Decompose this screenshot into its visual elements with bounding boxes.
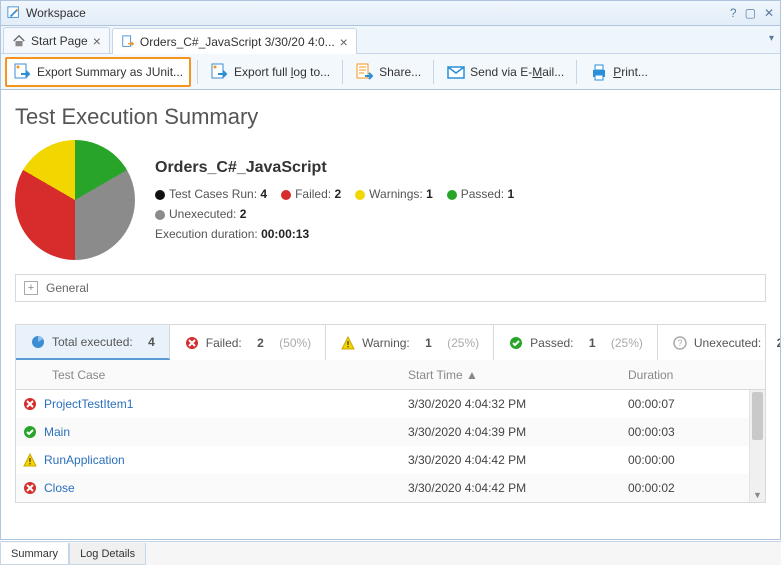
stat-passed: Passed: 1 bbox=[447, 187, 514, 201]
print-icon bbox=[589, 62, 609, 82]
start-time: 3/30/2020 4:04:42 PM bbox=[408, 481, 628, 495]
scroll-thumb[interactable] bbox=[752, 392, 763, 440]
tab-label: Orders_C#_JavaScript 3/30/20 4:0... bbox=[140, 35, 335, 49]
pie-icon bbox=[30, 334, 46, 350]
status-warning-icon bbox=[16, 453, 44, 467]
button-label: Export Summary as JUnit... bbox=[37, 65, 183, 79]
maximize-icon[interactable]: ▢ bbox=[745, 6, 756, 20]
document-icon bbox=[121, 35, 135, 49]
duration: 00:00:00 bbox=[628, 453, 765, 467]
window-controls: ? ▢ ✕ bbox=[730, 6, 774, 20]
status-failed-icon bbox=[16, 397, 44, 411]
duration: 00:00:03 bbox=[628, 425, 765, 439]
title-bar: Workspace ? ▢ ✕ bbox=[0, 0, 781, 26]
start-time: 3/30/2020 4:04:39 PM bbox=[408, 425, 628, 439]
stat-failed: Failed: 2 bbox=[281, 187, 341, 201]
status-failed-icon bbox=[16, 481, 44, 495]
table-body: ProjectTestItem13/30/2020 4:04:32 PM00:0… bbox=[15, 390, 766, 503]
button-label: Export full log to... bbox=[234, 65, 330, 79]
toolbar-separator bbox=[433, 60, 434, 84]
test-case-link[interactable]: Main bbox=[44, 425, 408, 439]
col-start-time[interactable]: Start Time ▲ bbox=[408, 368, 628, 382]
send-email-button[interactable]: Send via E-Mail... bbox=[440, 57, 570, 87]
toolbar: Export Summary as JUnit... Export full l… bbox=[0, 54, 781, 90]
close-icon[interactable]: ✕ bbox=[764, 6, 774, 20]
share-button[interactable]: Share... bbox=[349, 57, 427, 87]
summary-row: Orders_C#_JavaScript Test Cases Run: 4 F… bbox=[15, 140, 766, 260]
export-junit-button[interactable]: Export Summary as JUnit... bbox=[5, 57, 191, 87]
filter-unexecuted[interactable]: ? Unexecuted: 2 bbox=[658, 325, 781, 360]
svg-text:?: ? bbox=[677, 338, 682, 348]
print-button[interactable]: Print... bbox=[583, 57, 654, 87]
results-pie-chart bbox=[15, 140, 135, 260]
col-test-case[interactable]: Test Case bbox=[16, 368, 408, 382]
bottom-tab-summary[interactable]: Summary bbox=[0, 543, 69, 565]
duration: 00:00:07 bbox=[628, 397, 765, 411]
filter-passed[interactable]: Passed: 1 (25%) bbox=[494, 325, 658, 360]
bottom-tabs: Summary Log Details bbox=[0, 541, 781, 565]
question-icon: ? bbox=[672, 335, 688, 351]
start-time: 3/30/2020 4:04:42 PM bbox=[408, 453, 628, 467]
warning-icon bbox=[340, 335, 356, 351]
app-icon bbox=[7, 6, 21, 20]
tab-start-page[interactable]: Start Page × bbox=[3, 27, 110, 53]
toolbar-separator bbox=[576, 60, 577, 84]
stat-run: Test Cases Run: 4 bbox=[155, 187, 267, 201]
button-label: Print... bbox=[613, 65, 648, 79]
toolbar-separator bbox=[197, 60, 198, 84]
tab-label: Start Page bbox=[31, 34, 88, 48]
table-row[interactable]: Close3/30/2020 4:04:42 PM00:00:02 bbox=[16, 474, 765, 502]
test-case-link[interactable]: ProjectTestItem1 bbox=[44, 397, 408, 411]
export-log-button[interactable]: Export full log to... bbox=[204, 57, 336, 87]
success-icon bbox=[508, 335, 524, 351]
mail-icon bbox=[446, 62, 466, 82]
filter-failed[interactable]: Failed: 2 (50%) bbox=[170, 325, 326, 360]
duration: 00:00:02 bbox=[628, 481, 765, 495]
button-label: Share... bbox=[379, 65, 421, 79]
vertical-scrollbar[interactable]: ▲ ▼ bbox=[749, 390, 765, 502]
help-icon[interactable]: ? bbox=[730, 6, 737, 20]
error-icon bbox=[184, 335, 200, 351]
scroll-down-icon[interactable]: ▼ bbox=[750, 488, 765, 502]
tab-close-icon[interactable]: × bbox=[93, 34, 101, 48]
export-icon bbox=[210, 62, 230, 82]
general-section-header[interactable]: + General bbox=[15, 274, 766, 302]
export-icon bbox=[13, 62, 33, 82]
section-label: General bbox=[46, 281, 89, 295]
filter-total[interactable]: Total executed: 4 bbox=[16, 325, 170, 360]
expand-icon[interactable]: + bbox=[24, 281, 38, 295]
stat-unexecuted: Unexecuted: 2 bbox=[155, 207, 246, 221]
test-case-link[interactable]: RunApplication bbox=[44, 453, 408, 467]
content-area: Test Execution Summary Orders_C#_JavaScr… bbox=[0, 90, 781, 540]
tab-overflow-icon[interactable]: ▾ bbox=[769, 33, 774, 44]
document-tabs: Start Page × Orders_C#_JavaScript 3/30/2… bbox=[0, 26, 781, 54]
table-row[interactable]: Main3/30/2020 4:04:39 PM00:00:03 bbox=[16, 418, 765, 446]
button-label: Send via E-Mail... bbox=[470, 65, 564, 79]
share-icon bbox=[355, 62, 375, 82]
tab-close-icon[interactable]: × bbox=[340, 35, 348, 49]
bottom-tab-log-details[interactable]: Log Details bbox=[69, 543, 146, 565]
home-icon bbox=[12, 34, 26, 48]
col-duration[interactable]: Duration bbox=[628, 368, 765, 382]
table-row[interactable]: RunApplication3/30/2020 4:04:42 PM00:00:… bbox=[16, 446, 765, 474]
page-title: Test Execution Summary bbox=[15, 104, 766, 130]
status-passed-icon bbox=[16, 425, 44, 439]
window-title: Workspace bbox=[26, 6, 730, 20]
project-name: Orders_C#_JavaScript bbox=[155, 159, 766, 177]
summary-text: Orders_C#_JavaScript Test Cases Run: 4 F… bbox=[155, 159, 766, 241]
table-header: Test Case Start Time ▲ Duration bbox=[15, 360, 766, 390]
execution-duration: Execution duration: 00:00:13 bbox=[155, 227, 766, 241]
tab-active-log[interactable]: Orders_C#_JavaScript 3/30/20 4:0... × bbox=[112, 28, 357, 54]
toolbar-separator bbox=[342, 60, 343, 84]
start-time: 3/30/2020 4:04:32 PM bbox=[408, 397, 628, 411]
stat-warnings: Warnings: 1 bbox=[355, 187, 433, 201]
filter-warning[interactable]: Warning: 1 (25%) bbox=[326, 325, 494, 360]
filter-tabs: Total executed: 4 Failed: 2 (50%) Warnin… bbox=[15, 324, 766, 360]
table-row[interactable]: ProjectTestItem13/30/2020 4:04:32 PM00:0… bbox=[16, 390, 765, 418]
test-case-link[interactable]: Close bbox=[44, 481, 408, 495]
